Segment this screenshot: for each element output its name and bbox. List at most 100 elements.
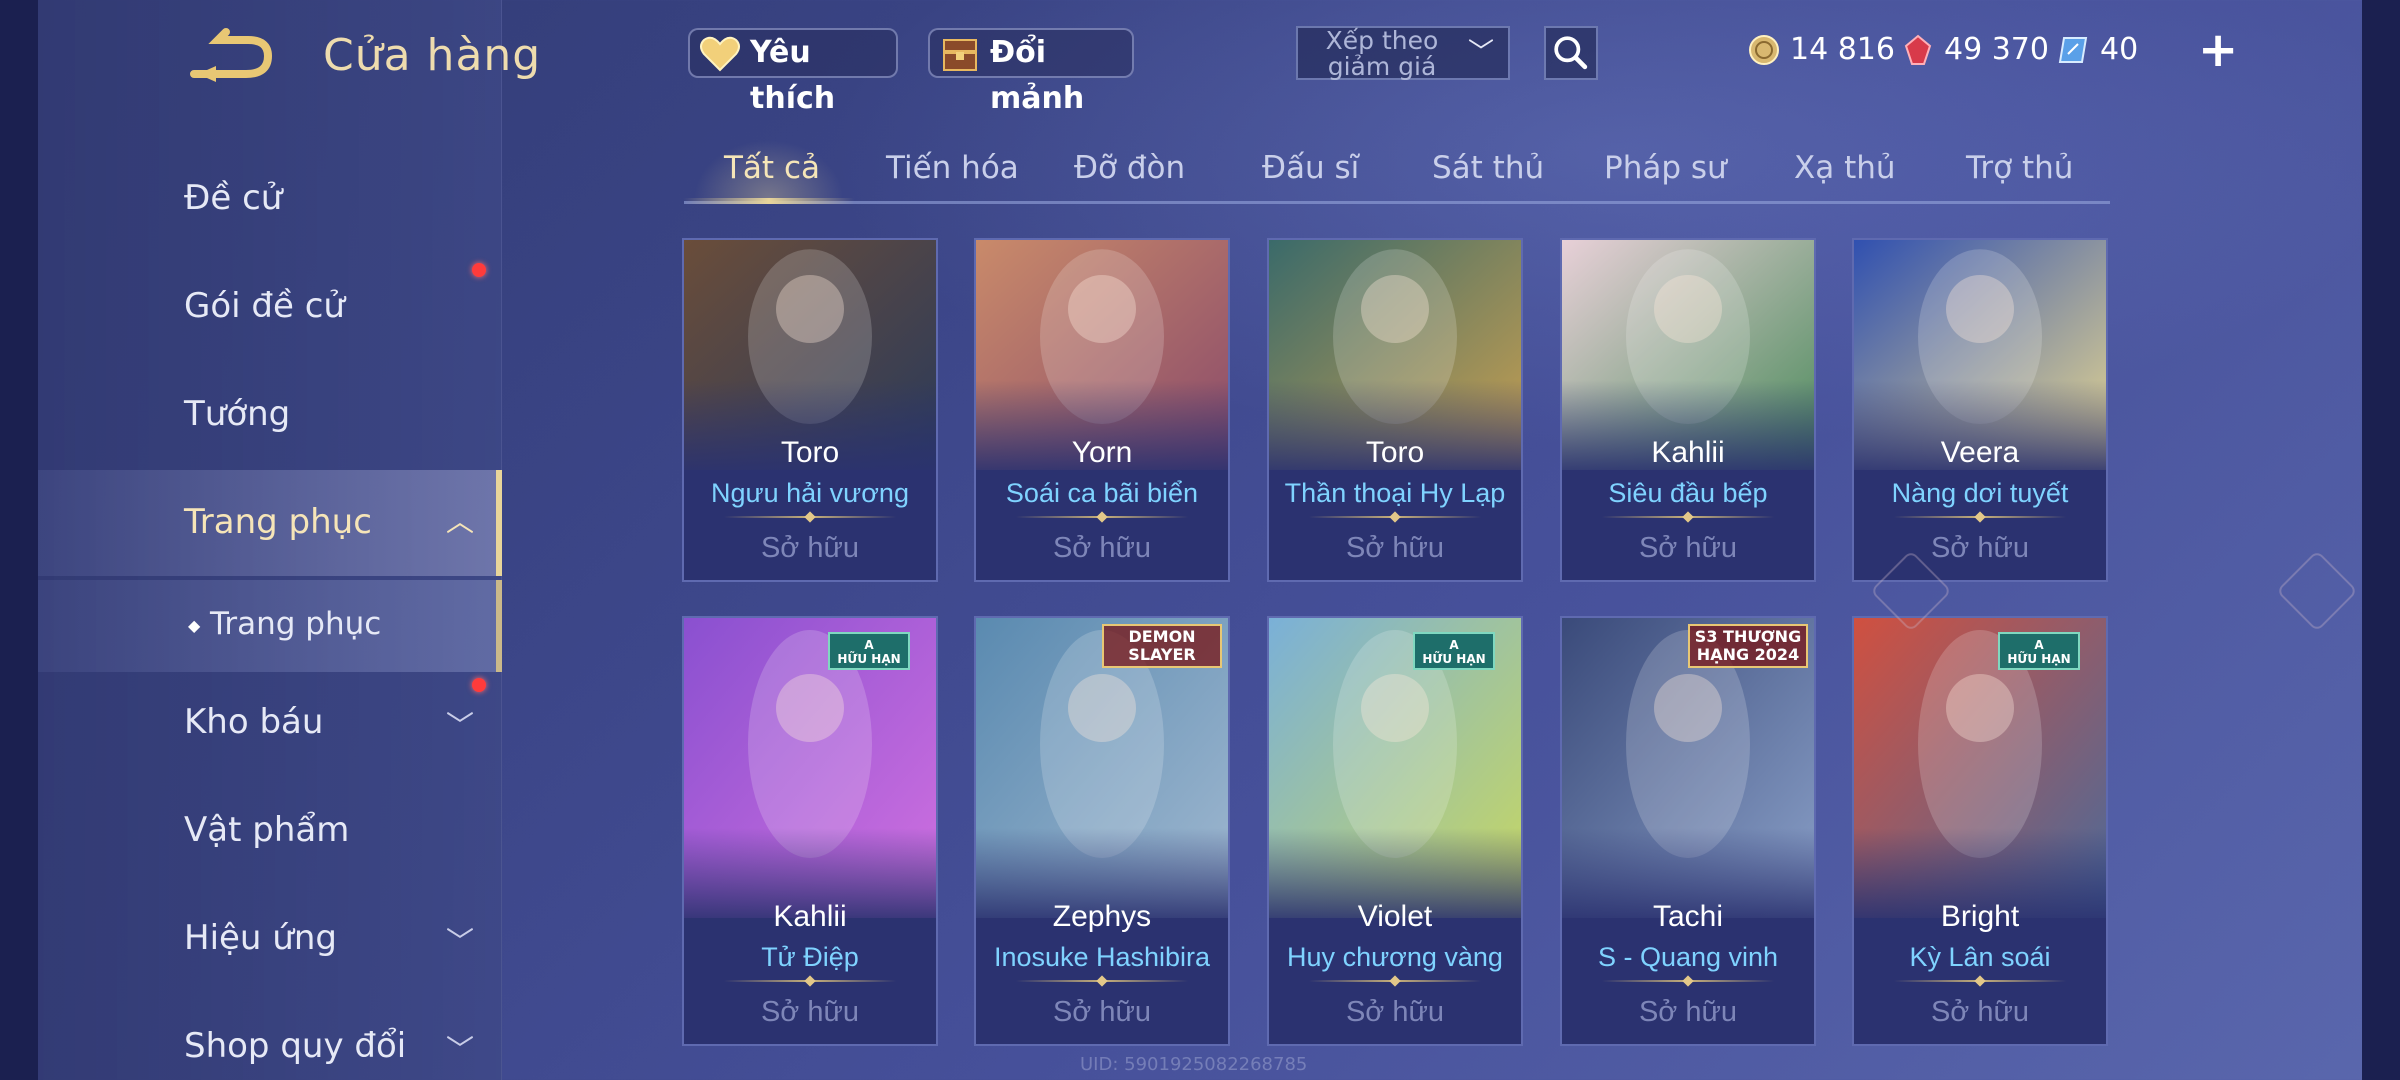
hero-name: Tachi [1652, 900, 1724, 933]
sort-label: Xếp theo giảm giá [1325, 26, 1439, 81]
tab-all[interactable]: Tất cả [724, 150, 820, 186]
owned-status: Sở hữu [760, 532, 860, 564]
skin-name: Inosuke Hashibira [993, 942, 1211, 972]
tab-support[interactable]: Trợ thủ [1966, 150, 2073, 186]
tab-marksman[interactable]: Xạ thủ [1794, 150, 1896, 186]
sidebar-item-label: Trang phục [210, 606, 382, 642]
skin-name: Thần thoại Hy Lạp [1284, 478, 1506, 508]
sidebar-item-exchange-shop[interactable]: Shop quy đổi ﹀ [38, 998, 502, 1080]
skin-name: Siêu đầu bếp [1608, 478, 1768, 508]
hero-name: Toro [1365, 436, 1425, 469]
bullet-icon: ◆ [188, 616, 201, 635]
skin-name: Ngưu hải vương [711, 478, 909, 508]
tab-mage[interactable]: Pháp sư [1604, 150, 1727, 186]
skin-name: S - Quang vinh [1597, 942, 1779, 972]
sidebar-item-label: Shop quy đổi [184, 1026, 407, 1066]
divider-diamond-icon [1682, 975, 1694, 987]
tab-evolution[interactable]: Tiến hóa [886, 150, 1019, 186]
notification-dot [472, 678, 486, 692]
gold-currency: 14 816 [1748, 22, 1895, 78]
gold-value: 14 816 [1790, 32, 1895, 67]
active-tab-indicator [684, 198, 854, 204]
red-ruby-icon [1904, 34, 1932, 65]
sidebar-item-heroes[interactable]: Tướng [38, 366, 502, 464]
favorites-button[interactable]: Yêu thích [688, 28, 898, 116]
divider-diamond-icon [1096, 511, 1108, 523]
skin-card[interactable]: Toro Ngưu hải vương Sở hữu [682, 238, 938, 582]
owned-status: Sở hữu [1345, 996, 1445, 1028]
divider-diamond-icon [1096, 975, 1108, 987]
skin-card[interactable]: Bright Kỳ Lân soái Sở hữu A HỮU HẠN [1852, 616, 2108, 1046]
right-edge [2362, 0, 2400, 1080]
skin-card[interactable]: Kahlii Siêu đầu bếp Sở hữu [1560, 238, 1816, 582]
sidebar-item-treasure[interactable]: Kho báu ﹀ [38, 674, 502, 772]
favorites-label: Yêu thích [750, 35, 836, 116]
diamond-decoration-icon [2275, 549, 2359, 633]
ruby-value: 49 370 [1944, 32, 2049, 67]
skin-name: Soái ca bãi biển [1005, 478, 1199, 508]
voucher-value: 40 [2100, 32, 2139, 67]
hero-name: Zephys [1052, 900, 1152, 933]
ruby-currency: 49 370 [1902, 22, 2052, 78]
gold-coin-icon [1749, 35, 1779, 65]
tab-assassin[interactable]: Sát thủ [1432, 150, 1544, 186]
hero-name: Yorn [1071, 436, 1133, 469]
skin-card[interactable]: Zephys Inosuke Hashibira Sở hữu DEMON SLAYE… [974, 616, 1230, 1046]
skin-name: Kỳ Lân soái [1909, 942, 2051, 972]
sidebar-item-label: Trang phục [184, 502, 372, 542]
voucher-currency: 40 [2058, 22, 2168, 78]
skin-card[interactable]: Kahlii Tử Điệp Sở hữu A HỮU HẠN [682, 616, 938, 1046]
sidebar-item-label: Hiệu ứng [184, 918, 337, 958]
heart-icon [700, 36, 740, 72]
divider-diamond-icon [1974, 511, 1986, 523]
hero-name: Bright [1940, 900, 2020, 933]
owned-status: Sở hữu [1345, 532, 1445, 564]
sidebar-item-label: Tướng [184, 394, 291, 434]
sidebar-item-effects[interactable]: Hiệu ứng ﹀ [38, 890, 502, 988]
owned-status: Sở hữu [1638, 532, 1738, 564]
search-button[interactable] [1544, 26, 1598, 80]
limited-badge: A HỮU HẠN [828, 632, 910, 670]
sidebar-item-label: Kho báu [184, 702, 324, 742]
skin-card[interactable]: Veera Nàng dơi tuyết Sở hữu [1852, 238, 2108, 582]
sidebar-item-items[interactable]: Vật phẩm [38, 782, 502, 880]
hero-name: Kahlii [1651, 436, 1725, 469]
skin-name: Huy chương vàng [1287, 942, 1503, 972]
treasure-chest-icon [943, 39, 977, 71]
exchange-label: Đổi mảnh [990, 35, 1085, 116]
divider-diamond-icon [804, 975, 816, 987]
chevron-down-icon: ﹀ [446, 925, 475, 958]
sidebar-subitem-skins[interactable]: ◆ Trang phục [38, 580, 502, 672]
event-logo-badge: DEMON SLAYER [1102, 624, 1222, 668]
sidebar-item-label: Gói đề cử [184, 286, 345, 326]
back-button[interactable] [186, 28, 278, 86]
skin-name: Tử Điệp [761, 942, 859, 972]
skin-card[interactable]: Yorn Soái ca bãi biển Sở hữu [974, 238, 1230, 582]
exchange-fragments-button[interactable]: Đổi mảnh [928, 28, 1134, 116]
skin-card[interactable]: Violet Huy chương vàng Sở hữu A HỮU HẠN [1267, 616, 1523, 1046]
search-icon [1554, 36, 1588, 70]
chevron-down-icon: ﹀ [446, 1033, 475, 1066]
tab-fighter[interactable]: Đấu sĩ [1262, 150, 1359, 186]
owned-status: Sở hữu [1638, 996, 1738, 1028]
divider-diamond-icon [1974, 975, 1986, 987]
hero-name: Veera [1940, 436, 2020, 469]
add-currency-button[interactable]: + [2198, 22, 2238, 78]
sidebar-item-skins[interactable]: Trang phục ︿ [38, 470, 502, 576]
divider-diamond-icon [804, 511, 816, 523]
skin-card[interactable]: Toro Thần thoại Hy Lạp Sở hữu [1267, 238, 1523, 582]
sidebar-item-recommended-packs[interactable]: Gói đề cử [38, 258, 502, 356]
sidebar-item-label: Đề cử [184, 178, 283, 218]
sidebar-item-recommended[interactable]: Đề cử [38, 150, 502, 248]
owned-status: Sở hữu [1930, 996, 2030, 1028]
tab-tank[interactable]: Đỡ đòn [1074, 150, 1185, 186]
page-title: Cửa hàng [323, 30, 542, 81]
sort-dropdown[interactable]: Xếp theo giảm giá ﹀ [1296, 26, 1510, 80]
hero-name: Toro [780, 436, 840, 469]
back-arrow-icon [190, 28, 273, 82]
skin-name: Nàng dơi tuyết [1891, 478, 2069, 508]
left-edge [0, 0, 38, 1080]
owned-status: Sở hữu [1052, 996, 1152, 1028]
plus-icon: + [2198, 22, 2239, 78]
skin-card[interactable]: Tachi S - Quang vinh Sở hữu S3 THƯỢNG HẠNG … [1560, 616, 1816, 1046]
